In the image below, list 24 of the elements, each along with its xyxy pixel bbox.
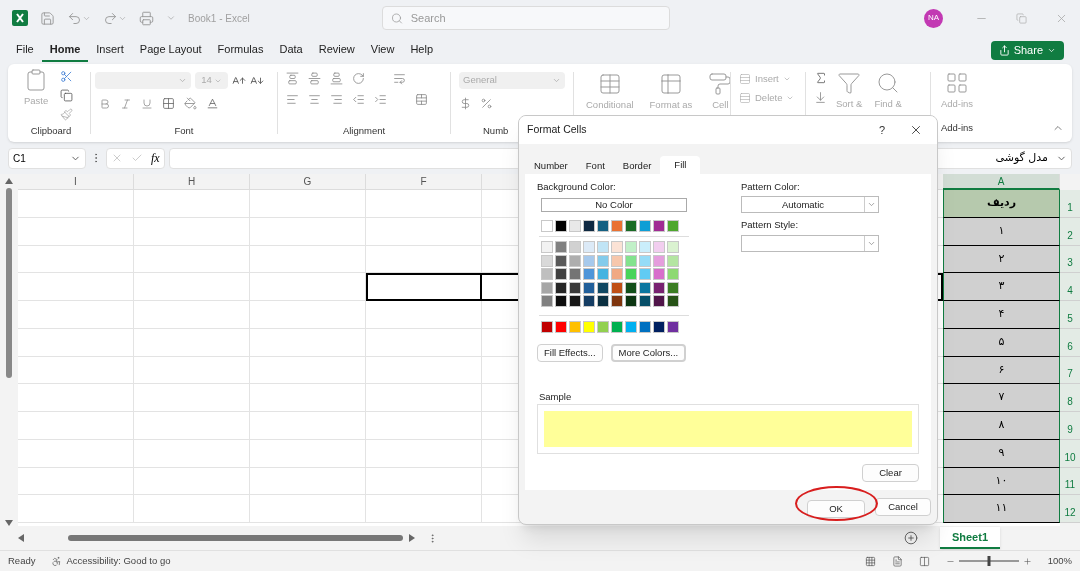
table-cell: ۹ [943,439,1060,468]
table-cell: ۸ [943,412,1060,440]
dialog-title: Format Cells [527,122,587,138]
table-cell: ۳ [943,273,1060,301]
field-label: Background Color: [537,180,617,194]
table-cell: ردیف [943,190,1060,218]
table-cell: ۵ [943,328,1060,357]
table-cell: ۴ [943,301,1060,329]
status-text: Ready [8,553,36,568]
table-cell: ۷ [943,384,1060,412]
ribbon-group-label: Numb [483,123,509,138]
table-cell: ۱ [943,217,1060,246]
table-cell: ۱۰ [943,467,1060,496]
window-title: Book1 - Excel [188,11,250,26]
ribbon-group-label: Alignment [342,123,386,138]
group-label: Sample [539,389,573,404]
ribbon-group-label: Clipboard [30,123,72,138]
field-label: Pattern Style: [741,218,800,233]
ribbon-group-label: Font [174,123,194,138]
table-cell: ۱۱ [943,495,1060,523]
table-cell: ۶ [943,356,1060,385]
field-label: Pattern Color: [741,180,801,194]
ribbon-group-label: Add-ins [940,122,974,133]
table-cell: ۲ [943,245,1060,274]
